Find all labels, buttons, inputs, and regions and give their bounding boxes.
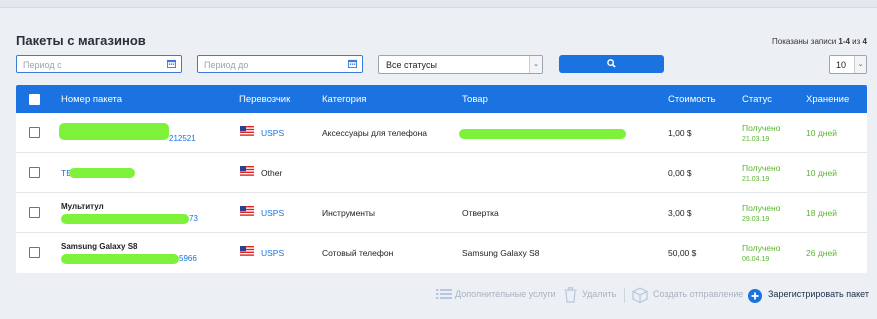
category: Сотовый телефон [322, 248, 394, 258]
us-flag-icon [240, 206, 254, 216]
extra-services-button[interactable]: Дополнительные услуги [455, 289, 556, 299]
row-checkbox[interactable] [29, 247, 40, 258]
plus-circle-icon [748, 289, 762, 303]
chevron-down-icon: ⌄ [529, 56, 542, 73]
storage-days: 10 дней [806, 168, 837, 178]
column-header[interactable]: Стоимость [668, 94, 716, 105]
search-button[interactable] [559, 55, 664, 73]
us-flag-icon [240, 126, 254, 136]
package-number-link[interactable]: 212521 [169, 134, 196, 143]
carrier-link[interactable]: USPS [261, 128, 284, 138]
storage-days: 26 дней [806, 248, 837, 258]
delete-button[interactable]: Удалить [582, 289, 616, 299]
package-number-link[interactable]: 73 [189, 214, 198, 223]
column-header[interactable]: Номер пакета [61, 94, 122, 105]
date-to-field[interactable]: Период до [197, 55, 363, 73]
column-header[interactable]: Хранение [806, 94, 849, 105]
cost: 0,00 $ [668, 168, 692, 178]
storage-days: 18 дней [806, 208, 837, 218]
product: Samsung Galaxy S8 [462, 248, 540, 258]
date-from-field[interactable]: Период с [16, 55, 182, 73]
column-header[interactable]: Категория [322, 94, 366, 105]
redacted-product [459, 129, 626, 139]
table-row[interactable]: Samsung Galaxy S8 5966 USPS Сотовый теле… [16, 233, 867, 273]
register-package-button[interactable]: Зарегистрировать пакет [768, 289, 869, 299]
column-header[interactable]: Статус [742, 94, 772, 105]
us-flag-icon [240, 166, 254, 176]
us-flag-icon [240, 246, 254, 256]
column-header[interactable]: Товар [462, 94, 488, 105]
list-icon [436, 289, 452, 299]
page-title: Пакеты с магазинов [16, 33, 146, 48]
select-all-checkbox[interactable] [29, 94, 40, 105]
package-label: Samsung Galaxy S8 [61, 242, 138, 251]
calendar-icon [167, 59, 176, 68]
status: Получено 21.03.19 [742, 163, 781, 183]
row-checkbox[interactable] [29, 167, 40, 178]
category: Аксессуары для телефона [322, 128, 427, 138]
column-header[interactable]: Перевозчик [239, 94, 290, 105]
top-bar [0, 0, 877, 8]
status-select[interactable]: Все статусы ⌄ [378, 55, 543, 74]
records-count: Показаны записи 1-4 из 4 [772, 37, 867, 46]
table-row[interactable]: 212521 USPS Аксессуары для телефона 1,00… [16, 113, 867, 153]
chevron-down-icon: ⌄ [854, 56, 866, 73]
cost: 50,00 $ [668, 248, 697, 258]
product: Отвертка [462, 208, 499, 218]
carrier: Other [261, 168, 283, 178]
status: Получено 06.04.19 [742, 243, 781, 263]
package-number-link[interactable]: 5966 [179, 254, 197, 263]
carrier-link[interactable]: USPS [261, 208, 284, 218]
carrier-link[interactable]: USPS [261, 248, 284, 258]
divider [624, 288, 625, 303]
status: Получено 21.03.19 [742, 123, 781, 143]
search-icon [607, 59, 616, 68]
calendar-icon [348, 59, 357, 68]
row-checkbox[interactable] [29, 207, 40, 218]
table-header: Номер пакета Перевозчик Категория Товар … [16, 85, 867, 113]
cost: 3,00 $ [668, 208, 692, 218]
category: Инструменты [322, 208, 376, 218]
per-page-select[interactable]: 10 ⌄ [829, 55, 867, 74]
table-row[interactable]: Мультитул 73 USPS Инструменты Отвертка 3… [16, 193, 867, 233]
status: Получено 29.03.19 [742, 203, 781, 223]
packages-table: Номер пакета Перевозчик Категория Товар … [16, 85, 867, 273]
redacted-package-number [69, 168, 135, 178]
package-label: Мультитул [61, 202, 104, 211]
row-checkbox[interactable] [29, 127, 40, 138]
table-row[interactable]: TE Other 0,00 $ Получено 21.03.19 10 дне… [16, 153, 867, 193]
create-shipment-button[interactable]: Создать отправление [653, 289, 743, 299]
cost: 1,00 $ [668, 128, 692, 138]
redacted-package-number [61, 254, 179, 264]
redacted-package-number [61, 214, 189, 224]
redacted-package-number [59, 123, 169, 140]
box-icon [632, 287, 648, 303]
storage-days: 10 дней [806, 128, 837, 138]
trash-icon [564, 287, 577, 303]
